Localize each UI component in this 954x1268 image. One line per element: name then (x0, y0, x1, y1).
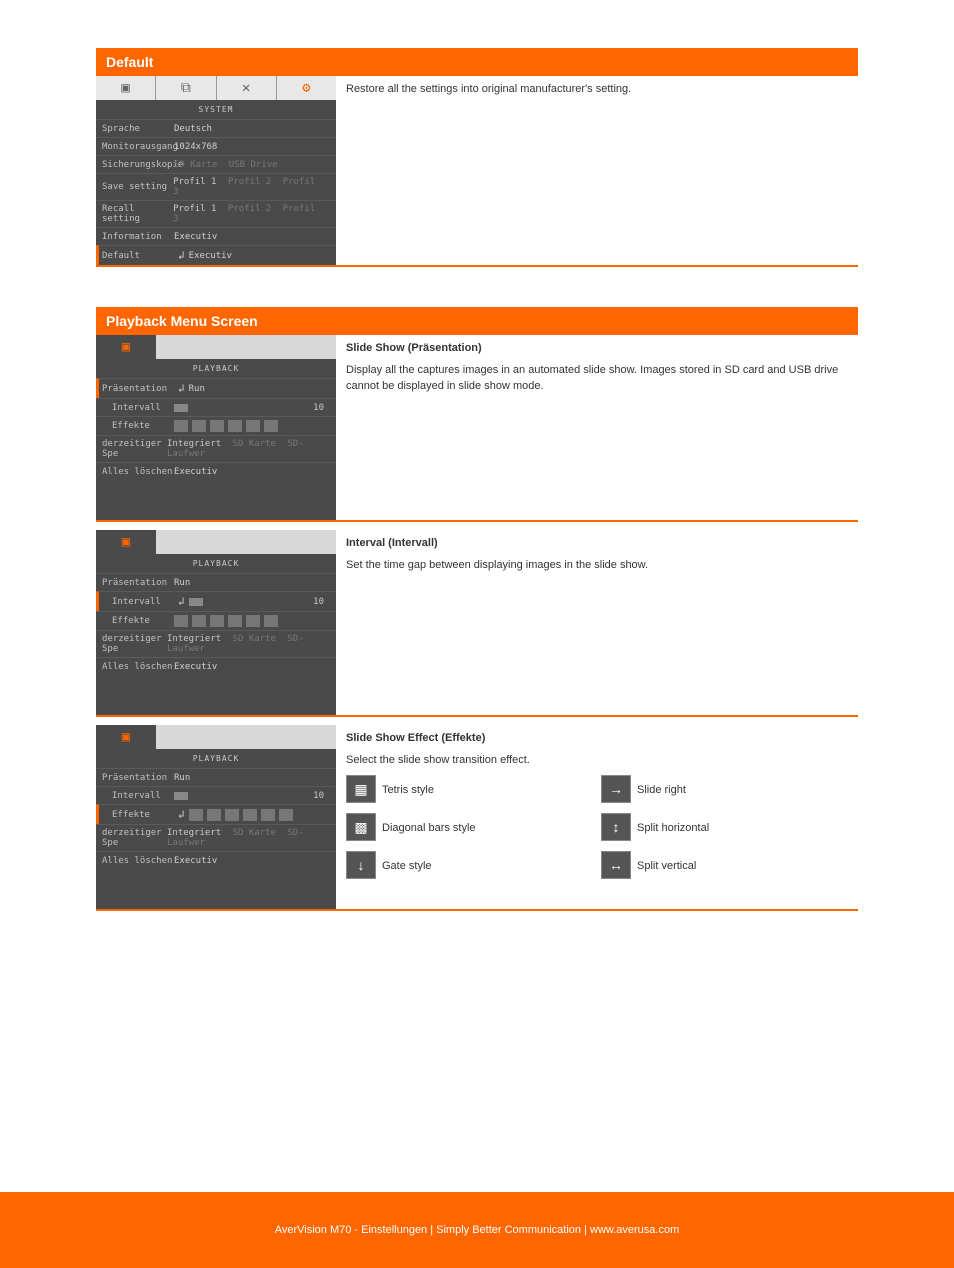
window-title: SYSTEM (96, 100, 336, 119)
slider-icon (174, 792, 188, 800)
slider-icon (174, 404, 188, 412)
effects-icons (174, 420, 278, 432)
row-label: Alles löschen (102, 467, 174, 477)
row-label: Monitorausgang (102, 142, 174, 152)
tab-image-icon: ▣ (96, 76, 156, 100)
row-label: derzeitiger Spe (102, 634, 167, 654)
enter-icon: ↲ (178, 808, 185, 821)
row-value: Run (174, 773, 190, 783)
effect-label: Diagonal bars style (382, 821, 476, 837)
row-label: Intervall (102, 403, 174, 413)
row-value: Executiv (174, 662, 217, 672)
row-label: Präsentation (102, 773, 174, 783)
default-description: Restore all the settings into original m… (336, 76, 858, 265)
row-label: derzeitiger Spe (102, 828, 167, 848)
effect-gate-icon: ↓ (346, 851, 376, 879)
system-screenshot: ▣ ⧉ ✕ ⚙ SYSTEM Sprache Deutsch Monitorau… (96, 76, 336, 265)
enter-icon: ↲ (178, 382, 185, 395)
row-value: Run (189, 384, 205, 394)
slider-value: 10 (313, 791, 330, 801)
row-values: Integriert SD Karte SD-Laufwer (167, 439, 330, 459)
row-label: Recall setting (102, 204, 173, 224)
row-label-selected: Präsentation (102, 384, 174, 394)
slideshow-description: Slide Show (Präsentation) Display all th… (336, 335, 858, 520)
row-label-selected: Default (102, 251, 174, 261)
effect-label: Gate style (382, 859, 432, 875)
window-title: PLAYBACK (96, 359, 336, 378)
row-values: SD Karte USB Drive (174, 160, 284, 170)
enter-icon: ↲ (178, 249, 185, 262)
interval-description: Interval (Intervall) Set the time gap be… (336, 530, 858, 715)
row-value: Run (174, 578, 190, 588)
effect-label: Split horizontal (637, 821, 709, 837)
effect-description: Slide Show Effect (Effekte) Select the s… (336, 725, 858, 909)
row-value: Executiv (189, 251, 232, 261)
playback-tab-icon: ▣ (122, 339, 130, 355)
row-value: 1024x768 (174, 142, 217, 152)
slider-icon (189, 598, 203, 606)
row-label: Intervall (102, 791, 174, 801)
row-label: Alles löschen (102, 856, 174, 866)
tab-tools-icon: ✕ (217, 76, 277, 100)
row-label-selected: Effekte (102, 810, 174, 820)
slider-value: 10 (313, 597, 330, 607)
effect-label: Split vertical (637, 859, 696, 875)
row-value: Executiv (174, 856, 217, 866)
row-values: Integriert SD Karte SD-Laufwer (167, 634, 330, 654)
window-title: PLAYBACK (96, 554, 336, 573)
effect-split-vertical-icon: ↔ (601, 851, 631, 879)
effect-label: Tetris style (382, 783, 434, 799)
effect-tetris-icon: ▦ (346, 775, 376, 803)
row-label: Alles löschen (102, 662, 174, 672)
effect-slide-right-icon: → (601, 775, 631, 803)
playback-screenshot-slideshow: ▣ PLAYBACK Präsentation ↲ Run Intervall … (96, 335, 336, 520)
row-label: Save setting (102, 182, 173, 192)
effect-label: Slide right (637, 783, 686, 799)
row-label: Effekte (102, 616, 174, 626)
playback-tab-icon: ▣ (122, 534, 130, 550)
slider-value: 10 (313, 403, 330, 413)
row-values: Profil 1 Profil 2 Profil 3 (173, 204, 330, 224)
playback-screenshot-interval: ▣ PLAYBACK Präsentation Run Intervall ↲ … (96, 530, 336, 715)
tab-display-icon: ⧉ (156, 76, 216, 100)
row-label: Präsentation (102, 578, 174, 588)
window-title: PLAYBACK (96, 749, 336, 768)
row-label: Sicherungskopie (102, 160, 174, 170)
row-label: Effekte (102, 421, 174, 431)
row-label: Sprache (102, 124, 174, 134)
enter-icon: ↲ (178, 595, 185, 608)
section-header-playback: Playback Menu Screen (96, 307, 858, 335)
row-value: Executiv (174, 467, 217, 477)
effect-diagonal-icon: ▩ (346, 813, 376, 841)
row-values: Integriert SD Karte SD-Laufwer (167, 828, 330, 848)
page-footer: AverVision M70 - Einstellungen | Simply … (0, 1192, 954, 1268)
row-label-selected: Intervall (102, 597, 174, 607)
effects-icons (174, 615, 278, 627)
row-label: Information (102, 232, 174, 242)
effect-split-horizontal-icon: ↕ (601, 813, 631, 841)
section-header-default: Default (96, 48, 858, 76)
playback-tab-icon: ▣ (122, 729, 130, 745)
row-value: Executiv (174, 232, 217, 242)
row-value: Deutsch (174, 124, 212, 134)
row-values: Profil 1 Profil 2 Profil 3 (173, 177, 330, 197)
playback-screenshot-effect: ▣ PLAYBACK Präsentation Run Intervall 10… (96, 725, 336, 909)
effects-icons (189, 809, 293, 821)
tab-system-icon: ⚙ (277, 76, 336, 100)
row-label: derzeitiger Spe (102, 439, 167, 459)
